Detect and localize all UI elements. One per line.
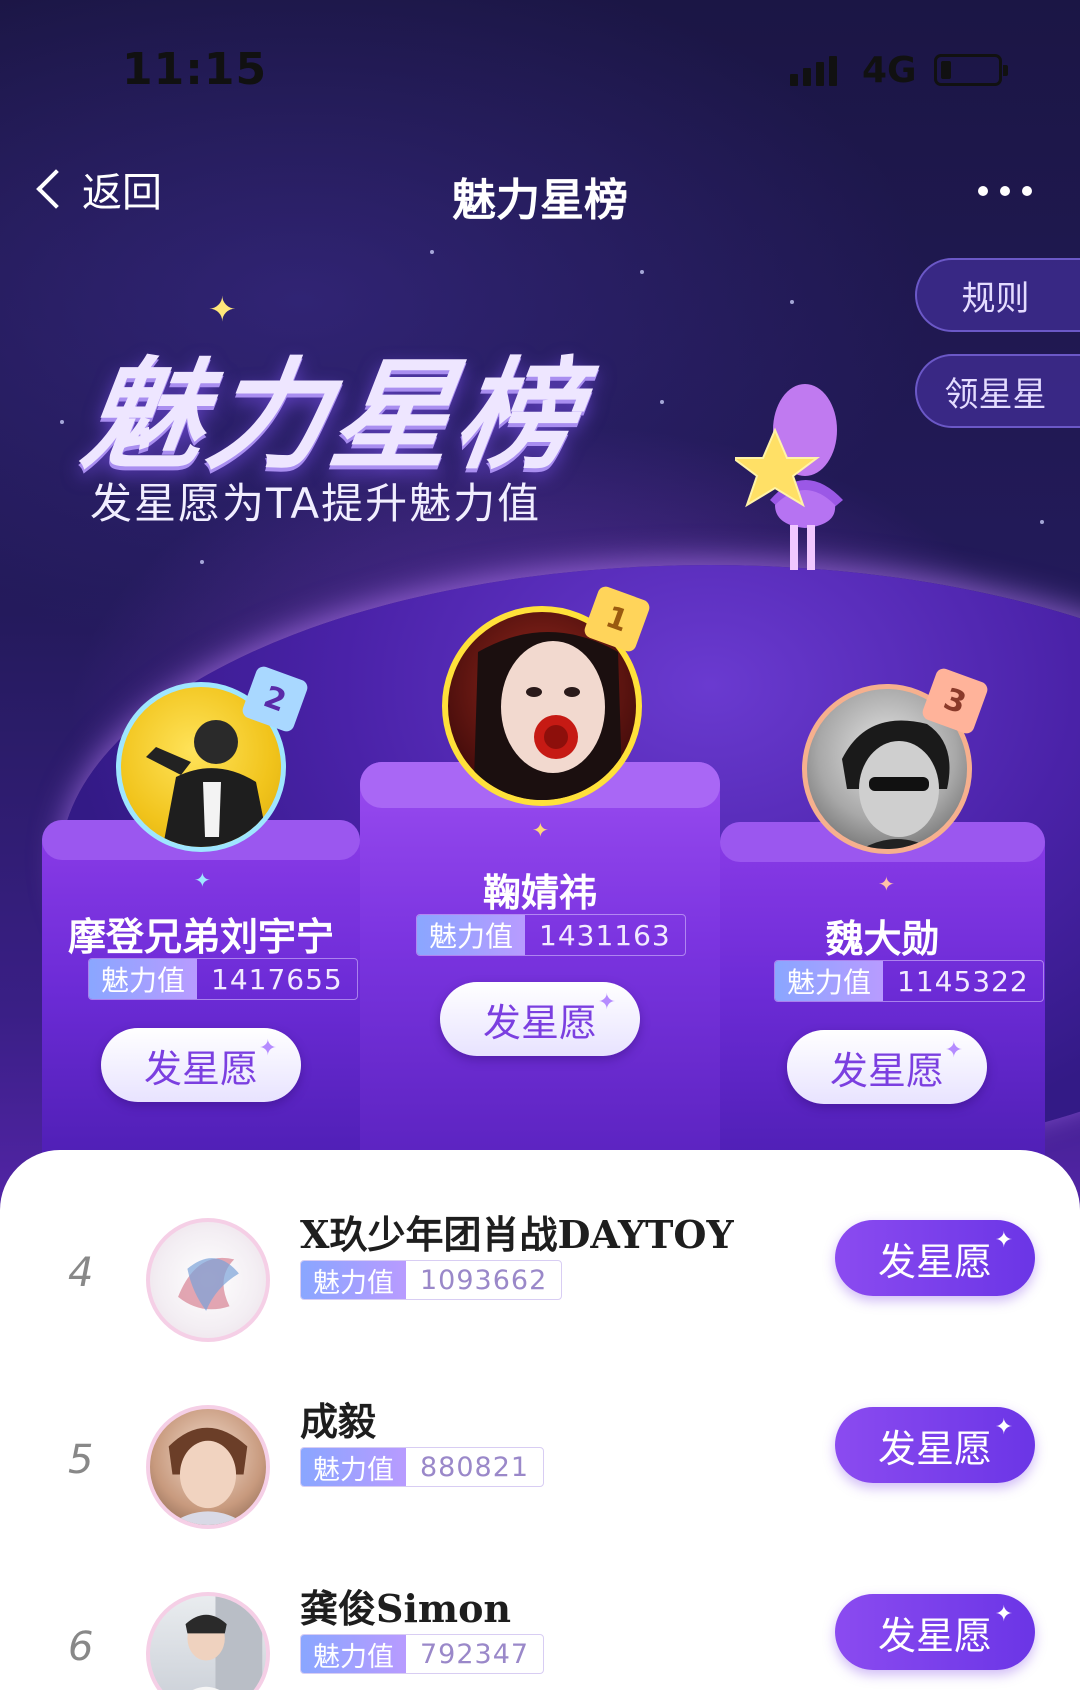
charm-value: 1145322 [897, 964, 1029, 998]
wish-label: 发星愿 [482, 1000, 597, 1045]
charm-label: 魅力值 [417, 915, 526, 955]
charm-label: 魅力值 [775, 961, 884, 1001]
charm-value: 1093662 [420, 1264, 548, 1296]
sparkle-icon: ✦ [944, 1038, 963, 1063]
list-item[interactable]: 5 成毅 魅力值 880821 发星愿 ✦ [0, 1387, 1080, 1547]
wish-label: 发星愿 [829, 1048, 944, 1093]
make-wish-button[interactable]: 发星愿 ✦ [835, 1594, 1035, 1670]
hero-subtitle: 发星愿为TA提升魅力值 [90, 479, 542, 528]
make-wish-button-rank-3[interactable]: 发星愿 ✦ [787, 1030, 987, 1104]
charm-value: 1431163 [539, 918, 671, 952]
charm-badge: 魅力值 880821 [300, 1447, 545, 1487]
star-girl-illustration [735, 384, 843, 570]
rank-number: 5 [68, 1437, 94, 1483]
charm-badge-2: 魅力值 1417655 [88, 958, 358, 1000]
sparkle-icon: ✦ [258, 1036, 277, 1061]
list-avatar[interactable] [146, 1218, 270, 1342]
rules-button[interactable]: 规则 [915, 258, 1080, 332]
sparkle-icon: ✦ [532, 818, 549, 842]
make-wish-button-rank-1[interactable]: 发星愿 ✦ [440, 982, 640, 1056]
wish-label: 发星愿 [877, 1239, 992, 1284]
ranking-list: 4 X玖少年团肖战DAYTOY 魅力值 1093662 发星愿 ✦ 5 成毅 魅… [0, 1150, 1080, 1690]
charm-label: 魅力值 [301, 1635, 406, 1673]
rank-number: 6 [68, 1624, 94, 1670]
list-item[interactable]: 4 X玖少年团肖战DAYTOY 魅力值 1093662 发星愿 ✦ [0, 1200, 1080, 1360]
collect-stars-button[interactable]: 领星星 [915, 354, 1080, 428]
star-dot [640, 270, 644, 274]
sparkle-icon: ✦ [994, 1415, 1013, 1440]
app-screen: 11:15 4G 返回 魅力星榜 规则 领星星 ✦ ✦ 魅力星榜 发星愿为TA提… [0, 0, 1080, 1690]
battery-icon [934, 54, 1008, 86]
make-wish-button-rank-2[interactable]: 发星愿 ✦ [101, 1028, 301, 1102]
make-wish-button[interactable]: 发星愿 ✦ [835, 1220, 1035, 1296]
person-photo [185, 1596, 263, 1690]
star-dot [430, 250, 434, 254]
star-dot [1040, 520, 1044, 524]
podium-name-3: 魏大勋 [825, 917, 940, 961]
list-name: X玖少年团肖战DAYTOY [300, 1212, 734, 1257]
charm-badge: 魅力值 1093662 [300, 1260, 563, 1300]
charm-label: 魅力值 [301, 1261, 406, 1299]
page-title: 魅力星榜 [452, 175, 628, 226]
sparkle-icon: ✦ [994, 1228, 1013, 1253]
sparkle-icon: ✦ [994, 1602, 1013, 1627]
charm-badge-3: 魅力值 1145322 [774, 960, 1044, 1002]
more-menu-icon[interactable] [978, 186, 1032, 196]
charm-value: 792347 [420, 1638, 530, 1670]
wish-label: 发星愿 [877, 1426, 992, 1471]
wish-label: 发星愿 [143, 1046, 258, 1091]
network-type: 4G [862, 50, 917, 91]
signal-icon [790, 56, 837, 86]
list-name: 成毅 [300, 1399, 377, 1444]
hero-title: 魅力星榜 [74, 347, 591, 486]
sparkle-icon: ✦ [878, 872, 895, 896]
charm-label: 魅力值 [89, 959, 198, 999]
rank-number: 4 [68, 1250, 94, 1296]
podium-name-1: 鞠婧祎 [482, 871, 597, 915]
wish-label: 发星愿 [877, 1613, 992, 1658]
sparkle-icon: ✦ [597, 990, 616, 1015]
star-dot [60, 420, 64, 424]
charm-badge: 魅力值 792347 [300, 1634, 545, 1674]
charm-value: 880821 [420, 1451, 530, 1483]
list-name: 龚俊Simon [300, 1586, 512, 1631]
sparkle-icon: ✦ [194, 868, 211, 892]
star-dot [660, 400, 664, 404]
list-avatar[interactable] [146, 1405, 270, 1529]
list-avatar[interactable] [146, 1592, 270, 1690]
list-item[interactable]: 6 龚俊Simon 魅力值 792347 发星愿 ✦ [0, 1574, 1080, 1690]
charm-label: 魅力值 [301, 1448, 406, 1486]
charm-badge-1: 魅力值 1431163 [416, 914, 686, 956]
make-wish-button[interactable]: 发星愿 ✦ [835, 1407, 1035, 1483]
logo-image [178, 1257, 239, 1311]
person-photo [168, 1427, 248, 1525]
charm-value: 1417655 [211, 962, 343, 996]
star-dot [790, 300, 794, 304]
podium-name-2: 摩登兄弟刘宇宁 [67, 915, 334, 959]
status-time: 11:15 [122, 44, 268, 95]
star-dot [200, 560, 204, 564]
